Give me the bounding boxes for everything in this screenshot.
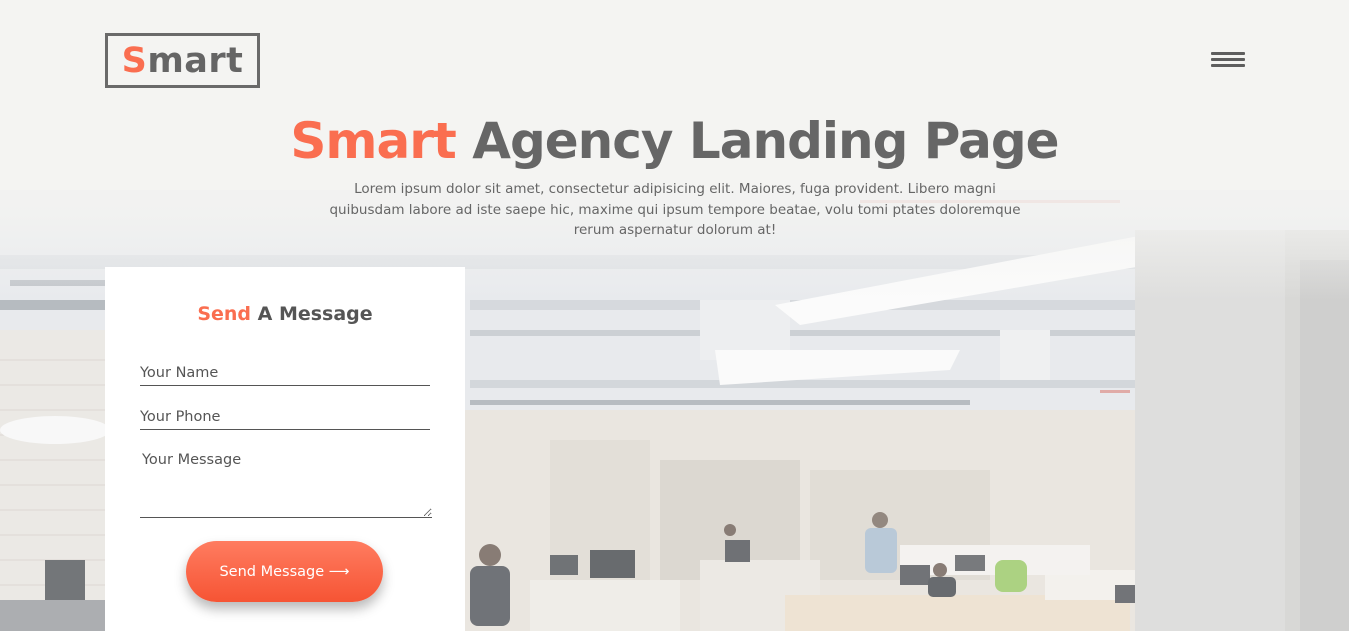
site-logo[interactable]: Smart <box>105 33 260 88</box>
message-textarea[interactable] <box>140 450 432 518</box>
phone-input[interactable] <box>140 407 430 430</box>
hero-description: Lorem ipsum dolor sit amet, consectetur … <box>329 181 1021 238</box>
logo-text: mart <box>147 41 244 81</box>
page-title: Smart Agency Landing Page <box>0 108 1349 174</box>
page-title-rest: Agency Landing Page <box>455 112 1059 170</box>
logo-accent-letter: S <box>121 41 148 81</box>
form-title: Send A Message <box>105 303 465 325</box>
form-title-rest: A Message <box>251 303 373 325</box>
contact-form-card: Send A Message Send Message ⟶ <box>105 267 465 631</box>
menu-bar <box>1211 52 1245 55</box>
name-input[interactable] <box>140 363 430 386</box>
hamburger-menu-icon[interactable] <box>1211 52 1245 70</box>
send-message-button[interactable]: Send Message ⟶ <box>186 541 383 602</box>
menu-bar <box>1211 64 1245 67</box>
landing-page: Smart Smart Agency Landing Page Lorem ip… <box>0 0 1349 631</box>
menu-bar <box>1211 58 1245 61</box>
form-title-accent: Send <box>197 303 252 325</box>
page-title-accent: Smart <box>290 112 456 170</box>
